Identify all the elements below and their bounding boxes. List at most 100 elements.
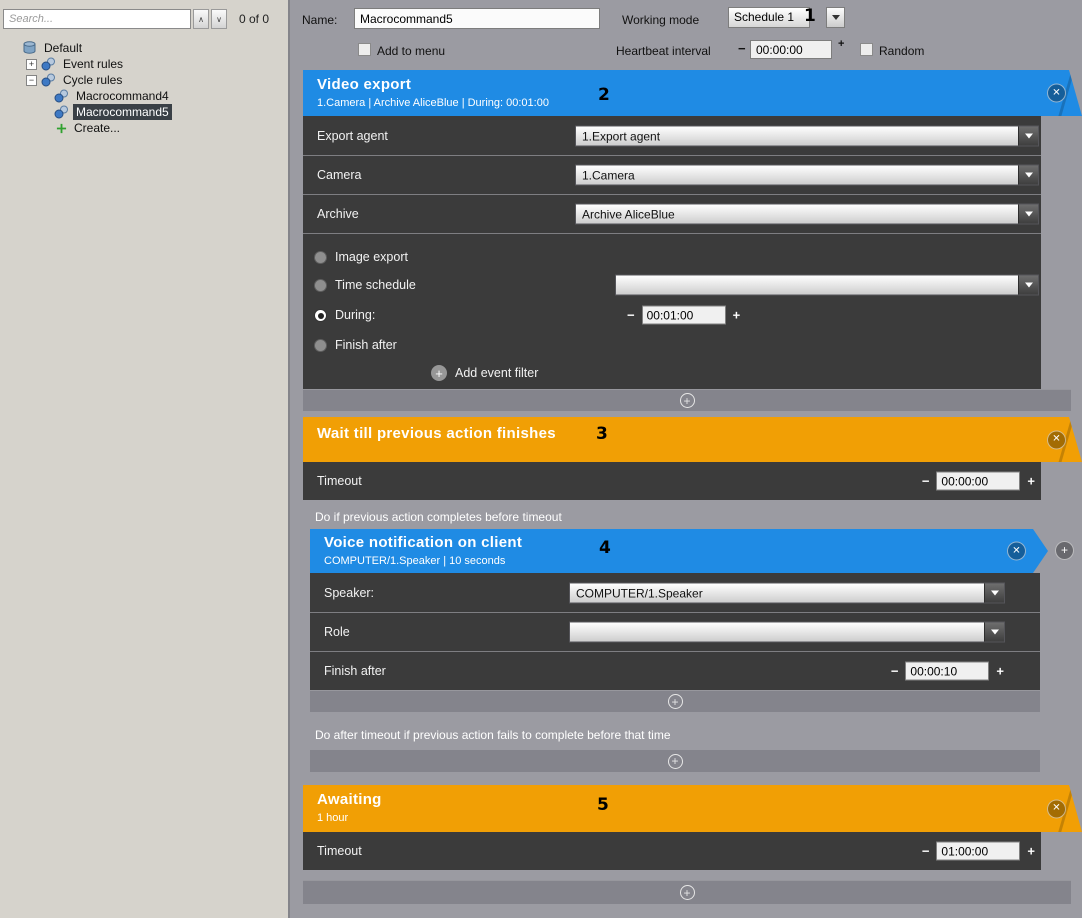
time-schedule-label: Time schedule bbox=[335, 278, 416, 292]
archive-row: Archive Archive AliceBlue bbox=[303, 194, 1041, 233]
tree-item-default[interactable]: Default bbox=[0, 40, 288, 56]
time-schedule-select[interactable] bbox=[615, 275, 1039, 296]
heartbeat-interval-label: Heartbeat interval bbox=[616, 44, 711, 58]
annotation-1: 1 bbox=[804, 6, 816, 26]
working-mode-select[interactable]: Schedule 1 bbox=[728, 7, 810, 28]
voice-settings: Speaker: COMPUTER/1.Speaker Role bbox=[310, 573, 1040, 712]
wait-header[interactable]: Wait till previous action finishes ✕ bbox=[303, 417, 1082, 462]
export-agent-value: 1.Export agent bbox=[576, 126, 1018, 145]
close-icon[interactable]: ✕ bbox=[1047, 430, 1066, 449]
decrement-button[interactable]: − bbox=[891, 664, 899, 679]
search-prev-button[interactable]: ∧ bbox=[193, 9, 209, 29]
close-icon[interactable]: ✕ bbox=[1047, 84, 1066, 103]
action-title: Video export bbox=[317, 76, 1082, 93]
macro-name-input[interactable] bbox=[354, 8, 600, 29]
add-filter-plus-icon[interactable]: + bbox=[431, 365, 447, 381]
export-agent-select[interactable]: 1.Export agent bbox=[575, 125, 1039, 146]
chevron-down-icon[interactable] bbox=[1018, 276, 1038, 295]
tree-item-event-rules[interactable]: + Event rules bbox=[0, 56, 288, 72]
action-summary: 1 hour bbox=[317, 812, 1082, 824]
decrement-button[interactable]: − bbox=[922, 474, 930, 489]
speaker-label: Speaker: bbox=[324, 586, 374, 600]
wait-timeout-input[interactable] bbox=[936, 472, 1020, 491]
search-input[interactable] bbox=[3, 9, 191, 29]
during-option: During: − + bbox=[303, 299, 1041, 331]
collapse-icon[interactable]: − bbox=[26, 75, 37, 86]
tree-item-label: Macrocommand5 bbox=[73, 104, 172, 120]
add-action-bar: + bbox=[303, 389, 1071, 411]
decrement-button[interactable]: − bbox=[627, 308, 635, 323]
tree-item-label: Cycle rules bbox=[60, 72, 125, 88]
add-sibling-action-plus-icon[interactable]: + bbox=[1055, 541, 1074, 560]
during-radio[interactable] bbox=[314, 309, 327, 322]
tree-item-label: Macrocommand4 bbox=[73, 88, 172, 104]
voice-notification-header[interactable]: Voice notification on client COMPUTER/1.… bbox=[310, 529, 1048, 573]
rules-sidebar: ∧ ∨ 0 of 0 Default + Event rules − Cycle… bbox=[0, 0, 290, 918]
add-action-plus-icon[interactable]: + bbox=[668, 694, 683, 709]
add-action-plus-icon[interactable]: + bbox=[680, 885, 695, 900]
increment-button[interactable]: + bbox=[1027, 474, 1035, 489]
increment-button[interactable]: + bbox=[1027, 844, 1035, 859]
add-event-filter[interactable]: + Add event filter bbox=[303, 359, 1041, 387]
archive-select[interactable]: Archive AliceBlue bbox=[575, 204, 1039, 225]
do-after-section-label: Do after timeout if previous action fail… bbox=[303, 712, 1082, 744]
close-icon[interactable]: ✕ bbox=[1007, 542, 1026, 561]
add-to-menu-label: Add to menu bbox=[377, 44, 445, 58]
image-export-radio[interactable] bbox=[314, 251, 327, 264]
increment-button[interactable]: + bbox=[996, 664, 1004, 679]
search-next-button[interactable]: ∨ bbox=[211, 9, 227, 29]
timeout-row: Timeout − + bbox=[303, 832, 1041, 870]
close-icon[interactable]: ✕ bbox=[1047, 799, 1066, 818]
working-mode-dropdown-button[interactable] bbox=[826, 7, 845, 28]
awaiting-header[interactable]: Awaiting 1 hour ✕ bbox=[303, 785, 1082, 832]
export-mode-options: Image export Time schedule During: bbox=[303, 233, 1041, 389]
video-export-settings: Export agent 1.Export agent Camera 1.Cam… bbox=[303, 116, 1041, 389]
archive-value: Archive AliceBlue bbox=[576, 205, 1018, 224]
chevron-down-icon[interactable] bbox=[1018, 126, 1038, 145]
voice-notification-action-block: Voice notification on client COMPUTER/1.… bbox=[310, 529, 1048, 712]
add-to-menu-checkbox[interactable] bbox=[358, 43, 371, 56]
add-action-plus-icon[interactable]: + bbox=[668, 754, 683, 769]
finish-after-option: Finish after bbox=[303, 331, 1041, 359]
tree-item-create[interactable]: Create... bbox=[0, 120, 288, 136]
finish-after-label: Finish after bbox=[335, 338, 397, 352]
wait-branches: Do if previous action completes before t… bbox=[303, 500, 1082, 780]
finish-after-radio[interactable] bbox=[314, 339, 327, 352]
tree-item-label: Default bbox=[41, 40, 85, 56]
search-bar: ∧ ∨ 0 of 0 bbox=[0, 0, 288, 33]
timeout-label: Timeout bbox=[317, 474, 362, 488]
annotation-4: 4 bbox=[599, 538, 611, 558]
annotation-2: 2 bbox=[598, 85, 610, 105]
add-action-plus-icon[interactable]: + bbox=[680, 393, 695, 408]
chevron-down-icon[interactable] bbox=[1018, 166, 1038, 185]
heartbeat-increment-button[interactable]: + bbox=[838, 38, 844, 50]
role-value bbox=[570, 623, 984, 642]
tree-item-macrocommand5[interactable]: Macrocommand5 bbox=[0, 104, 288, 120]
chevron-down-icon[interactable] bbox=[1018, 205, 1038, 224]
chevron-down-icon[interactable] bbox=[984, 583, 1004, 602]
camera-label: Camera bbox=[317, 168, 361, 182]
during-label: During: bbox=[335, 308, 375, 322]
random-checkbox[interactable] bbox=[860, 43, 873, 56]
add-action-bar: + bbox=[310, 690, 1040, 712]
awaiting-timeout-input[interactable] bbox=[936, 842, 1020, 861]
add-action-bar: + bbox=[310, 750, 1040, 772]
video-export-header[interactable]: Video export 1.Camera | Archive AliceBlu… bbox=[303, 70, 1082, 116]
speaker-select[interactable]: COMPUTER/1.Speaker bbox=[569, 582, 1005, 603]
time-schedule-radio[interactable] bbox=[314, 279, 327, 292]
heartbeat-interval-input[interactable] bbox=[750, 40, 832, 59]
during-time-input[interactable] bbox=[642, 306, 726, 325]
decrement-button[interactable]: − bbox=[922, 844, 930, 859]
tree-item-macrocommand4[interactable]: Macrocommand4 bbox=[0, 88, 288, 104]
tree-item-cycle-rules[interactable]: − Cycle rules bbox=[0, 72, 288, 88]
chevron-down-icon[interactable] bbox=[984, 623, 1004, 642]
finish-after-input[interactable] bbox=[905, 662, 989, 681]
image-export-label: Image export bbox=[335, 250, 408, 264]
action-summary: COMPUTER/1.Speaker | 10 seconds bbox=[324, 555, 1048, 567]
heartbeat-decrement-button[interactable]: − bbox=[738, 41, 746, 56]
expand-icon[interactable]: + bbox=[26, 59, 37, 70]
increment-button[interactable]: + bbox=[733, 308, 741, 323]
role-select[interactable] bbox=[569, 622, 1005, 643]
camera-select[interactable]: 1.Camera bbox=[575, 165, 1039, 186]
random-label: Random bbox=[879, 44, 924, 58]
